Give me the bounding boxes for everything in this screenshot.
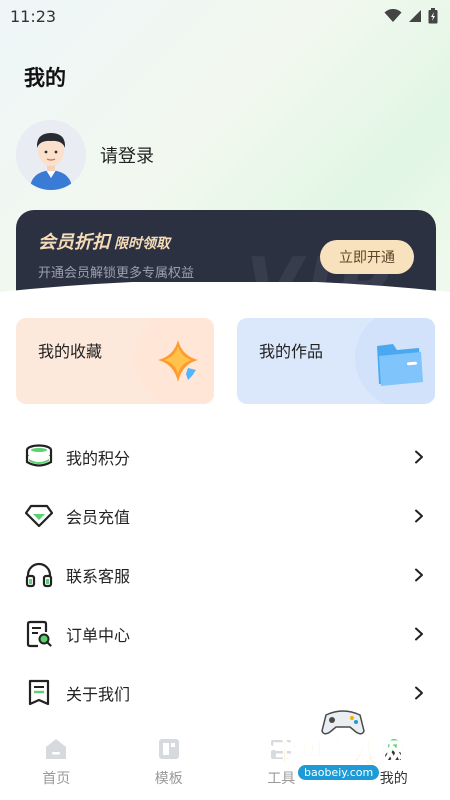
avatar[interactable] — [16, 120, 86, 190]
page-title: 我的 — [22, 62, 70, 92]
vip-title: 会员折扣 限时领取 — [38, 232, 170, 253]
wifi-icon — [384, 9, 402, 22]
chevron-right-icon — [415, 627, 423, 640]
login-text[interactable]: 请登录 — [100, 142, 154, 168]
template-icon — [158, 739, 179, 759]
favorites-label: 我的收藏 — [38, 342, 103, 361]
coins-stack-icon — [24, 442, 54, 472]
menu-label: 订单中心 — [66, 625, 131, 645]
works-card[interactable]: 我的作品 — [237, 318, 435, 404]
avatar-person-icon — [16, 120, 86, 190]
vip-card-curve — [0, 282, 450, 322]
status-time: 11:23 — [10, 6, 57, 26]
order-search-icon — [24, 619, 54, 649]
favorites-card[interactable]: 我的收藏 — [16, 318, 214, 404]
watermark-url: baobeiy.com — [298, 765, 380, 780]
home-icon — [46, 739, 67, 759]
signal-icon — [409, 10, 421, 22]
site-watermark: 宝贝游戏网 baobeiy.com — [268, 705, 418, 785]
menu-label: 关于我们 — [66, 684, 131, 704]
chevron-right-icon — [415, 568, 423, 581]
about-doc-icon — [24, 678, 54, 708]
chevron-right-icon — [415, 686, 423, 699]
headphones-icon — [24, 560, 54, 590]
status-bar: 11:23 — [0, 0, 450, 32]
menu-label: 会员充值 — [66, 507, 131, 527]
chevron-right-icon — [415, 450, 423, 463]
works-label: 我的作品 — [259, 342, 324, 361]
vip-open-button[interactable]: 立即开通 — [320, 240, 414, 274]
feature-cards: 我的收藏 我的作品 — [16, 318, 436, 404]
menu-item-customer-service[interactable]: 联系客服 — [0, 545, 450, 604]
menu-item-points[interactable]: 我的积分 — [0, 427, 450, 486]
menu-list: 我的积分 会员充值 联系客服 订单中心 关于我们 — [0, 427, 450, 722]
tab-template[interactable]: 模板 — [129, 736, 209, 788]
chevron-right-icon — [415, 509, 423, 522]
menu-label: 联系客服 — [66, 566, 131, 586]
tab-home[interactable]: 首页 — [16, 736, 96, 788]
profile-login[interactable]: 请登录 — [16, 120, 154, 190]
tab-label: 首页 — [42, 771, 71, 787]
status-icons — [384, 8, 438, 24]
battery-icon — [428, 8, 438, 24]
star-sparkle-icon — [158, 340, 198, 382]
tab-label: 模板 — [154, 771, 183, 787]
menu-label: 我的积分 — [66, 448, 131, 468]
vip-subtitle: 开通会员解锁更多专属权益 — [38, 266, 195, 281]
menu-item-recharge[interactable]: 会员充值 — [0, 486, 450, 545]
menu-item-orders[interactable]: 订单中心 — [0, 604, 450, 663]
diamond-icon — [24, 501, 54, 531]
folder-icon — [377, 344, 423, 386]
